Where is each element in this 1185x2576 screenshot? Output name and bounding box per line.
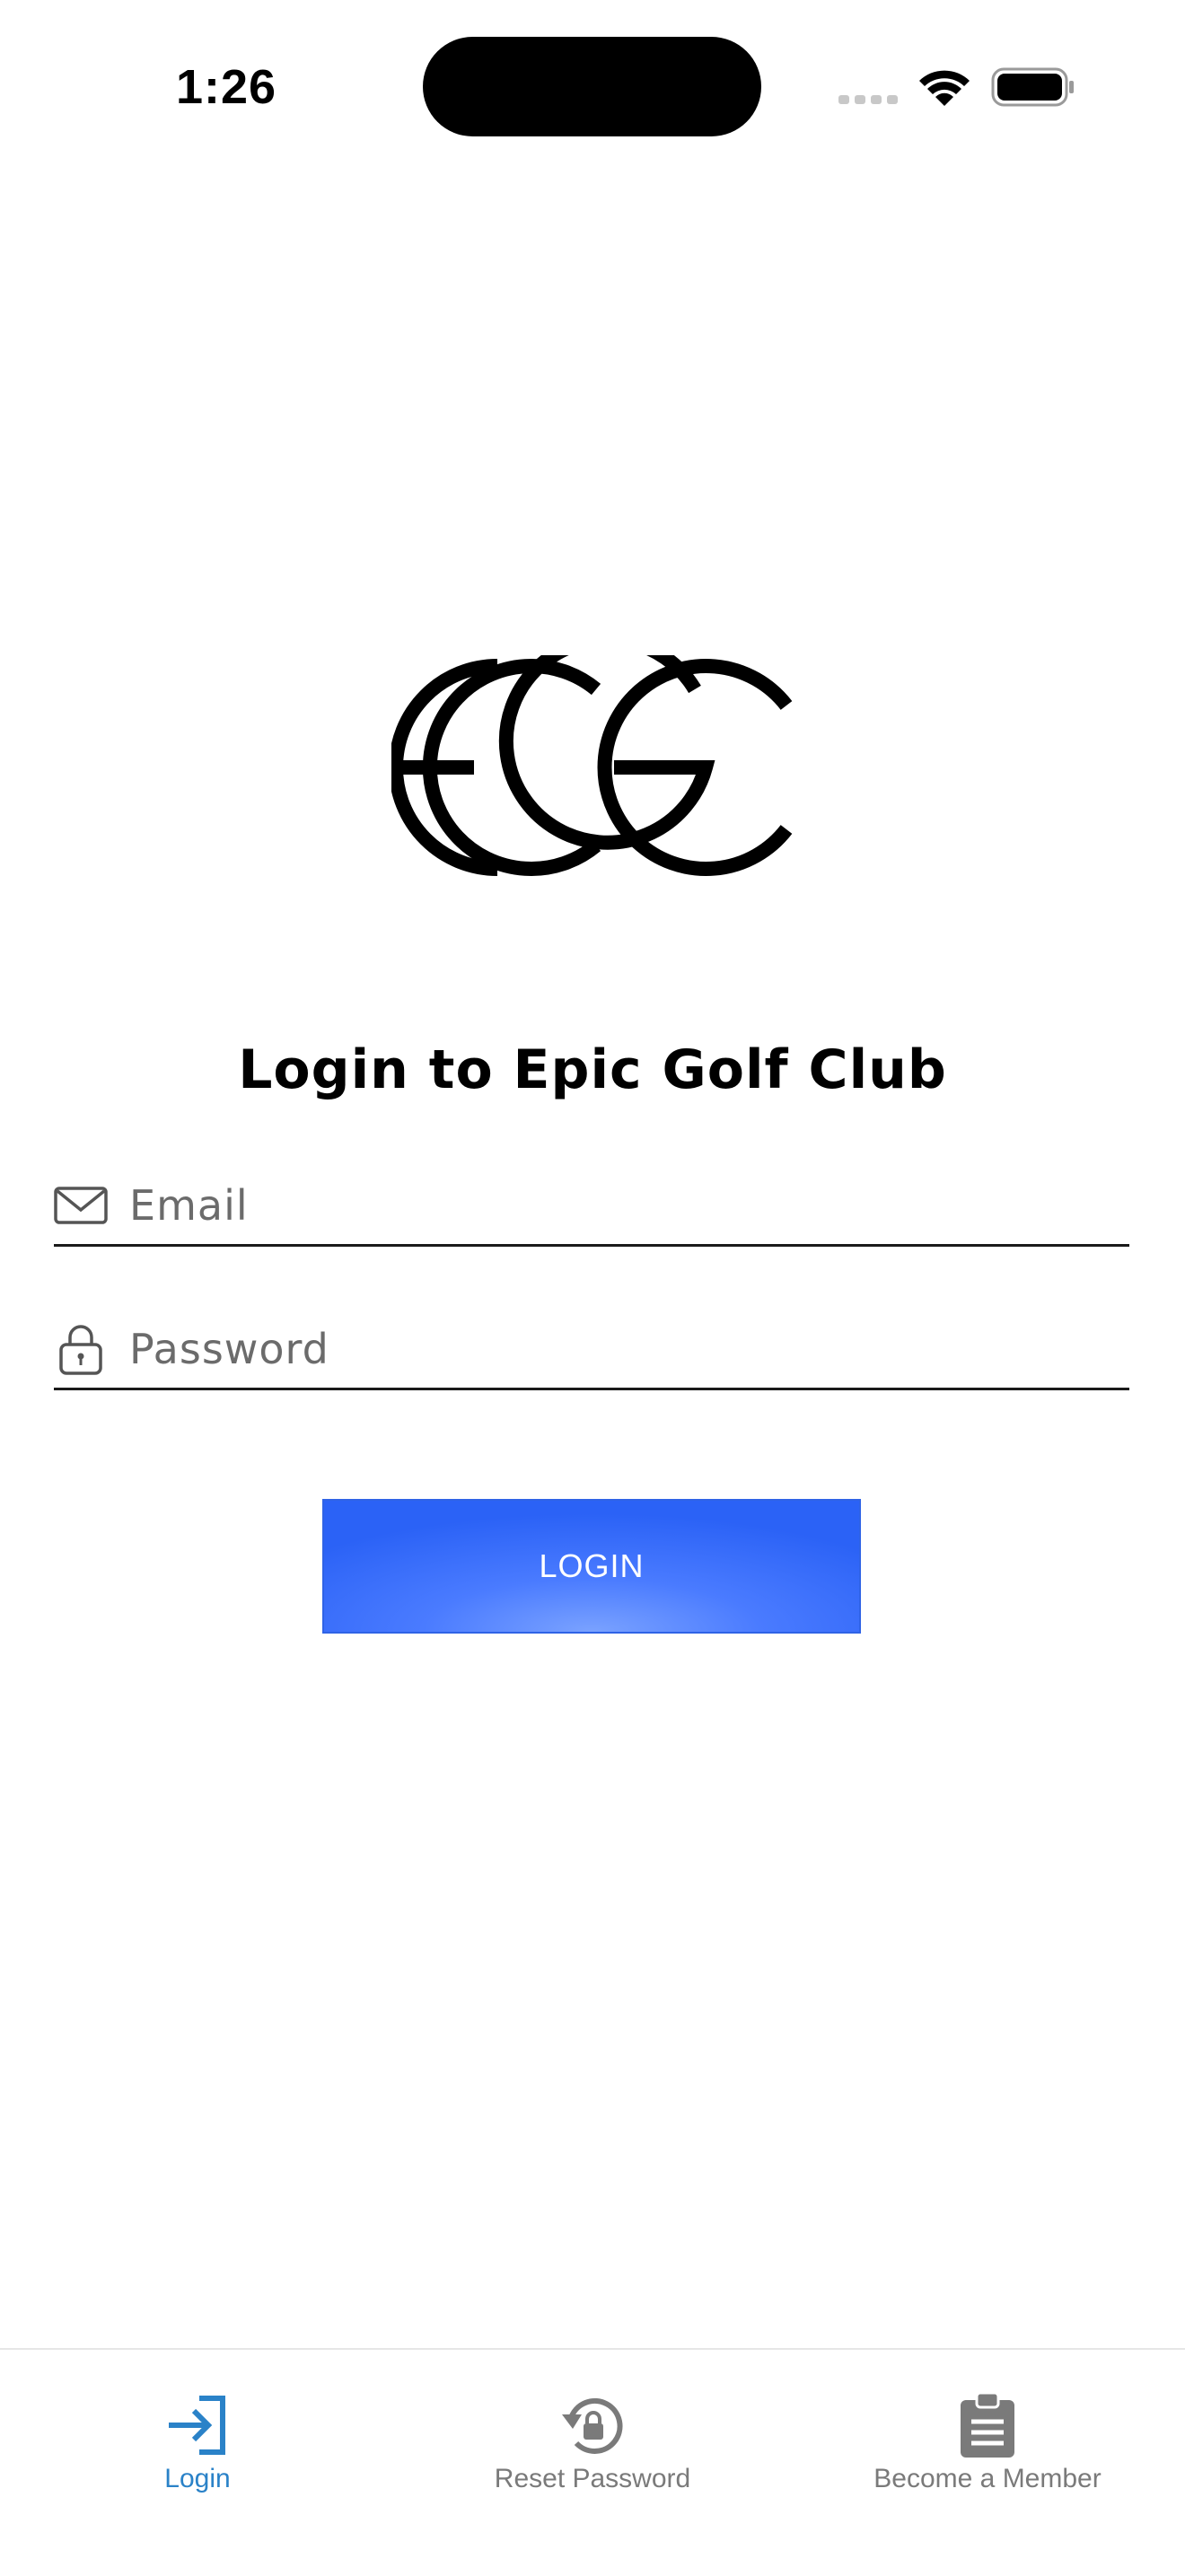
password-input[interactable] [129,1318,1117,1380]
tab-become-member[interactable]: Become a Member [790,2377,1185,2502]
dynamic-island [423,37,761,136]
tab-login[interactable]: Login [0,2377,395,2502]
email-field-container [54,1169,1129,1247]
lock-icon [59,1325,102,1375]
envelope-icon [54,1187,108,1224]
epic-golf-club-logo [391,655,793,876]
login-button[interactable]: LOGIN [322,1499,861,1634]
tab-reset-password[interactable]: Reset Password [395,2377,790,2502]
tab-bar: Login Reset Password Become a Member [0,2348,1185,2576]
tab-reset-password-label: Reset Password [494,2464,691,2493]
status-time: 1:26 [176,60,277,114]
battery-icon [991,67,1074,107]
tab-become-member-label: Become a Member [873,2464,1102,2493]
page-title: Login to Epic Golf Club [238,1038,947,1101]
wifi-icon [919,70,970,106]
cellular-signal-icon [838,95,898,104]
password-field-container [54,1312,1129,1390]
email-input[interactable] [129,1174,1117,1237]
reset-lock-icon [562,2397,623,2454]
clipboard-icon [961,2391,1014,2458]
login-arrow-icon [169,2396,225,2455]
tab-login-label: Login [164,2464,231,2493]
